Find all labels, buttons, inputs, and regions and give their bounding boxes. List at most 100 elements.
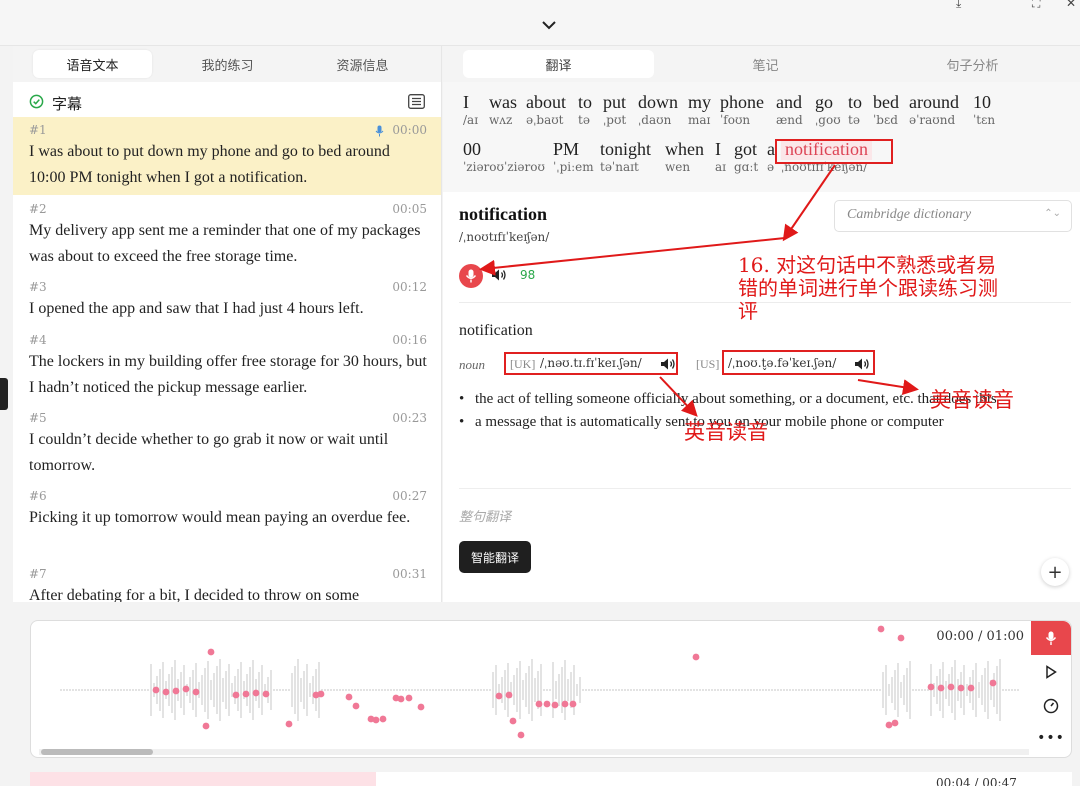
- segment-text: I couldn’t decide whether to go grab it …: [29, 431, 389, 474]
- practice-time: 00:04 / 00:47: [936, 776, 1017, 786]
- transcript-segment[interactable]: #6 00:27 Picking it up tomorrow would me…: [13, 487, 441, 562]
- transcript-segment[interactable]: #7 00:31 After debating for a bit, I dec…: [13, 565, 441, 602]
- add-button[interactable]: +: [1041, 558, 1069, 586]
- segment-number: #3: [29, 280, 47, 294]
- pitch-dot: [692, 653, 700, 661]
- pitch-dot: [162, 688, 170, 696]
- sentence-word[interactable]: my maɪ: [688, 92, 711, 127]
- pitch-dot: [152, 686, 160, 694]
- more-icon: •••: [1037, 730, 1065, 746]
- sentence-word[interactable]: when wen: [665, 139, 704, 174]
- pitch-dot: [285, 720, 293, 728]
- sentence-word[interactable]: PM ˈˌpiːem: [553, 139, 594, 174]
- transcript-segment[interactable]: #5 00:23 I couldn’t decide whether to go…: [13, 409, 441, 484]
- annotation-uk: 英音读音: [684, 420, 768, 444]
- segment-text: Picking it up tomorrow would mean paying…: [29, 509, 411, 526]
- speaker-icon[interactable]: [491, 268, 507, 282]
- sentence-word[interactable]: phone ˈfoʊn: [720, 92, 764, 127]
- segment-number: #5: [29, 411, 47, 425]
- ai-translate-button[interactable]: 智能翻译: [459, 541, 531, 573]
- sentence-word[interactable]: 10 ˈtɛn: [973, 92, 995, 127]
- sentence-word[interactable]: bed ˈbɛd: [873, 92, 899, 127]
- tab-resource-info[interactable]: 资源信息: [303, 50, 422, 78]
- play-icon: [1046, 665, 1057, 679]
- pitch-dot: [262, 690, 270, 698]
- segment-text: I opened the app and saw that I had just…: [29, 300, 364, 317]
- pitch-dot: [397, 695, 405, 703]
- dict-phonetic: /ˌnoʊtɪfɪˈkeɪʃən/: [459, 230, 550, 244]
- more-button[interactable]: •••: [1031, 721, 1071, 755]
- pitch-dot: [569, 700, 577, 708]
- sentence-word[interactable]: around əˈraʊnd: [909, 92, 959, 127]
- tab-translation[interactable]: 翻译: [463, 50, 654, 78]
- sentence-word[interactable]: I/aɪ: [463, 92, 478, 127]
- segment-number: #6: [29, 489, 47, 503]
- us-label: [US]: [696, 357, 720, 371]
- side-handle[interactable]: [0, 378, 8, 410]
- sentence-word[interactable]: tonight təˈnaɪt: [600, 139, 651, 174]
- sentence-word[interactable]: was wʌz: [489, 92, 517, 127]
- left-tab-bar: 语音文本 我的练习 资源信息: [13, 46, 441, 82]
- pitch-dot: [937, 684, 945, 692]
- tab-notes[interactable]: 笔记: [670, 50, 861, 78]
- transcript-segment[interactable]: #4 00:16 The lockers in my building offe…: [13, 331, 441, 406]
- pitch-dot: [561, 700, 569, 708]
- sentence-word[interactable]: go ˌgoʊ: [815, 92, 841, 127]
- minimize-icon[interactable]: ⤓: [956, 0, 961, 11]
- check-circle-icon: [29, 94, 44, 109]
- play-button[interactable]: [1031, 655, 1071, 689]
- close-icon[interactable]: ✕: [1066, 0, 1076, 10]
- tab-sentence-analysis[interactable]: 句子分析: [877, 50, 1068, 78]
- pitch-dot: [207, 648, 215, 656]
- chevron-down-icon[interactable]: [541, 20, 557, 30]
- pitch-dot: [252, 689, 260, 697]
- subtitle-title: 字幕: [52, 95, 83, 113]
- list-icon[interactable]: [408, 94, 425, 109]
- mic-icon: [465, 269, 477, 283]
- sentence-word[interactable]: 00 ˈziəroʊˈziəroʊ: [463, 139, 545, 174]
- sentence-word[interactable]: about əˌbaʊt: [526, 92, 566, 127]
- tab-transcript[interactable]: 语音文本: [33, 50, 152, 78]
- record-word-button[interactable]: [459, 264, 483, 288]
- pitch-dot: [551, 701, 559, 709]
- sentence-word[interactable]: Iaɪ: [715, 139, 726, 174]
- sentence-word[interactable]: to tə: [578, 92, 592, 127]
- transcript-segment[interactable]: #1 00:00 I was about to put down my phon…: [13, 117, 441, 195]
- speed-gauge-icon: [1043, 698, 1059, 714]
- waveform-player[interactable]: 00:00 / 01:00 •••: [30, 620, 1072, 758]
- sentence-word[interactable]: aə: [767, 139, 775, 174]
- sentence-word[interactable]: and ænd: [776, 92, 803, 127]
- pitch-dot: [535, 700, 543, 708]
- record-button[interactable]: [1031, 621, 1071, 655]
- segment-time: 00:05: [392, 202, 427, 216]
- sentence-word[interactable]: down ˌdaʊn: [638, 92, 678, 127]
- transcript-segment[interactable]: #2 00:05 My delivery app sent me a remin…: [13, 200, 441, 275]
- top-bar: ⤓ ⛶ ✕: [0, 0, 1080, 46]
- sentence-translation-placeholder: 整句翻译: [459, 510, 512, 525]
- detail-panel: 翻译 笔记 句子分析 I/aɪ was wʌz about əˌbaʊt to tə …: [443, 46, 1080, 602]
- segment-number: #1: [29, 123, 47, 137]
- waveform-scrollbar[interactable]: [39, 749, 1029, 755]
- transcript-segment[interactable]: #3 00:12 I opened the app and saw that I…: [13, 278, 441, 328]
- pitch-dot: [505, 691, 513, 699]
- dictionary-select[interactable]: Cambridge dictionary ⌃⌄: [834, 200, 1072, 232]
- tab-my-practice[interactable]: 我的练习: [168, 50, 287, 78]
- scrollbar-thumb[interactable]: [41, 749, 153, 755]
- segment-text: The lockers in my building offer free st…: [29, 353, 427, 396]
- waveform[interactable]: [31, 621, 1031, 747]
- annotation-box-word: [775, 139, 893, 164]
- sentence-word[interactable]: got gɑːt: [734, 139, 758, 174]
- mic-icon: [375, 125, 384, 137]
- speed-button[interactable]: [1031, 689, 1071, 723]
- pitch-dot: [989, 679, 997, 687]
- sentence-word[interactable]: to tə: [848, 92, 862, 127]
- pitch-dot: [543, 700, 551, 708]
- segment-text: My delivery app sent me a reminder that …: [29, 222, 421, 265]
- pitch-dot: [317, 690, 325, 698]
- segment-number: #2: [29, 202, 47, 216]
- fullscreen-icon[interactable]: ⛶: [1032, 0, 1040, 11]
- mic-icon: [1045, 631, 1057, 645]
- select-arrow-icon: ⌃⌄: [1044, 208, 1061, 219]
- sentence-word[interactable]: put ˌpʊt: [603, 92, 626, 127]
- pitch-dot: [877, 625, 885, 633]
